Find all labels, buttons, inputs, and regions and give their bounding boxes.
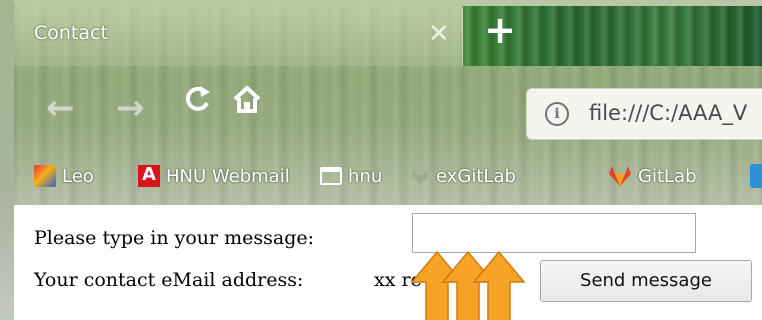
bookmark-folder-hnu[interactable]: hnu <box>320 163 382 189</box>
info-icon[interactable]: i <box>545 102 569 126</box>
navigation-bar: ← → i file:///C:/AAA_V <box>14 66 762 150</box>
reload-icon[interactable] <box>182 82 212 125</box>
hnu-webmail-icon <box>138 164 160 187</box>
bookmark-gitlab[interactable]: GitLab <box>608 163 697 189</box>
gitlab-icon <box>608 165 632 187</box>
email-value[interactable]: xx re <box>374 269 422 291</box>
message-label: Please type in your message: <box>34 227 315 249</box>
exgitlab-icon <box>410 166 430 186</box>
tab-close-icon[interactable]: ✕ <box>428 21 450 47</box>
message-input[interactable] <box>412 213 696 253</box>
bookmark-label: hnu <box>348 165 383 187</box>
bookmark-leo[interactable]: Leo <box>34 163 94 189</box>
home-icon[interactable] <box>232 84 262 122</box>
tab-title: Contact <box>34 22 108 44</box>
bookmark-label: GitLab <box>638 165 697 187</box>
window-frame-top <box>0 0 762 6</box>
back-arrow-icon[interactable]: ← <box>46 88 75 128</box>
bookmark-label: HNU Webmail <box>166 165 290 187</box>
bookmark-label: exGitLab <box>436 165 516 187</box>
leo-icon <box>34 165 56 187</box>
folder-icon <box>320 167 342 185</box>
tab-contact[interactable]: Contact ✕ <box>14 6 463 66</box>
url-text[interactable]: file:///C:/AAA_V <box>589 101 747 125</box>
url-bar[interactable]: i file:///C:/AAA_V <box>526 88 762 140</box>
forward-arrow-icon[interactable]: → <box>116 88 145 128</box>
bookmarks-toolbar: Leo HNU Webmail hnu exGitLab GitLab <box>14 150 762 202</box>
new-tab-button[interactable]: + <box>480 11 520 51</box>
bookmark-label: Leo <box>62 165 94 187</box>
send-message-button[interactable]: Send message <box>540 260 752 302</box>
bookmark-exgitlab[interactable]: exGitLab <box>410 163 516 189</box>
email-label: Your contact eMail address: <box>34 269 304 291</box>
bookmark-hnu-webmail[interactable]: HNU Webmail <box>138 163 290 189</box>
window-frame-left <box>0 0 14 320</box>
page-content: Please type in your message: Your contac… <box>14 205 762 320</box>
bookmark-overflow-icon[interactable] <box>750 164 762 188</box>
